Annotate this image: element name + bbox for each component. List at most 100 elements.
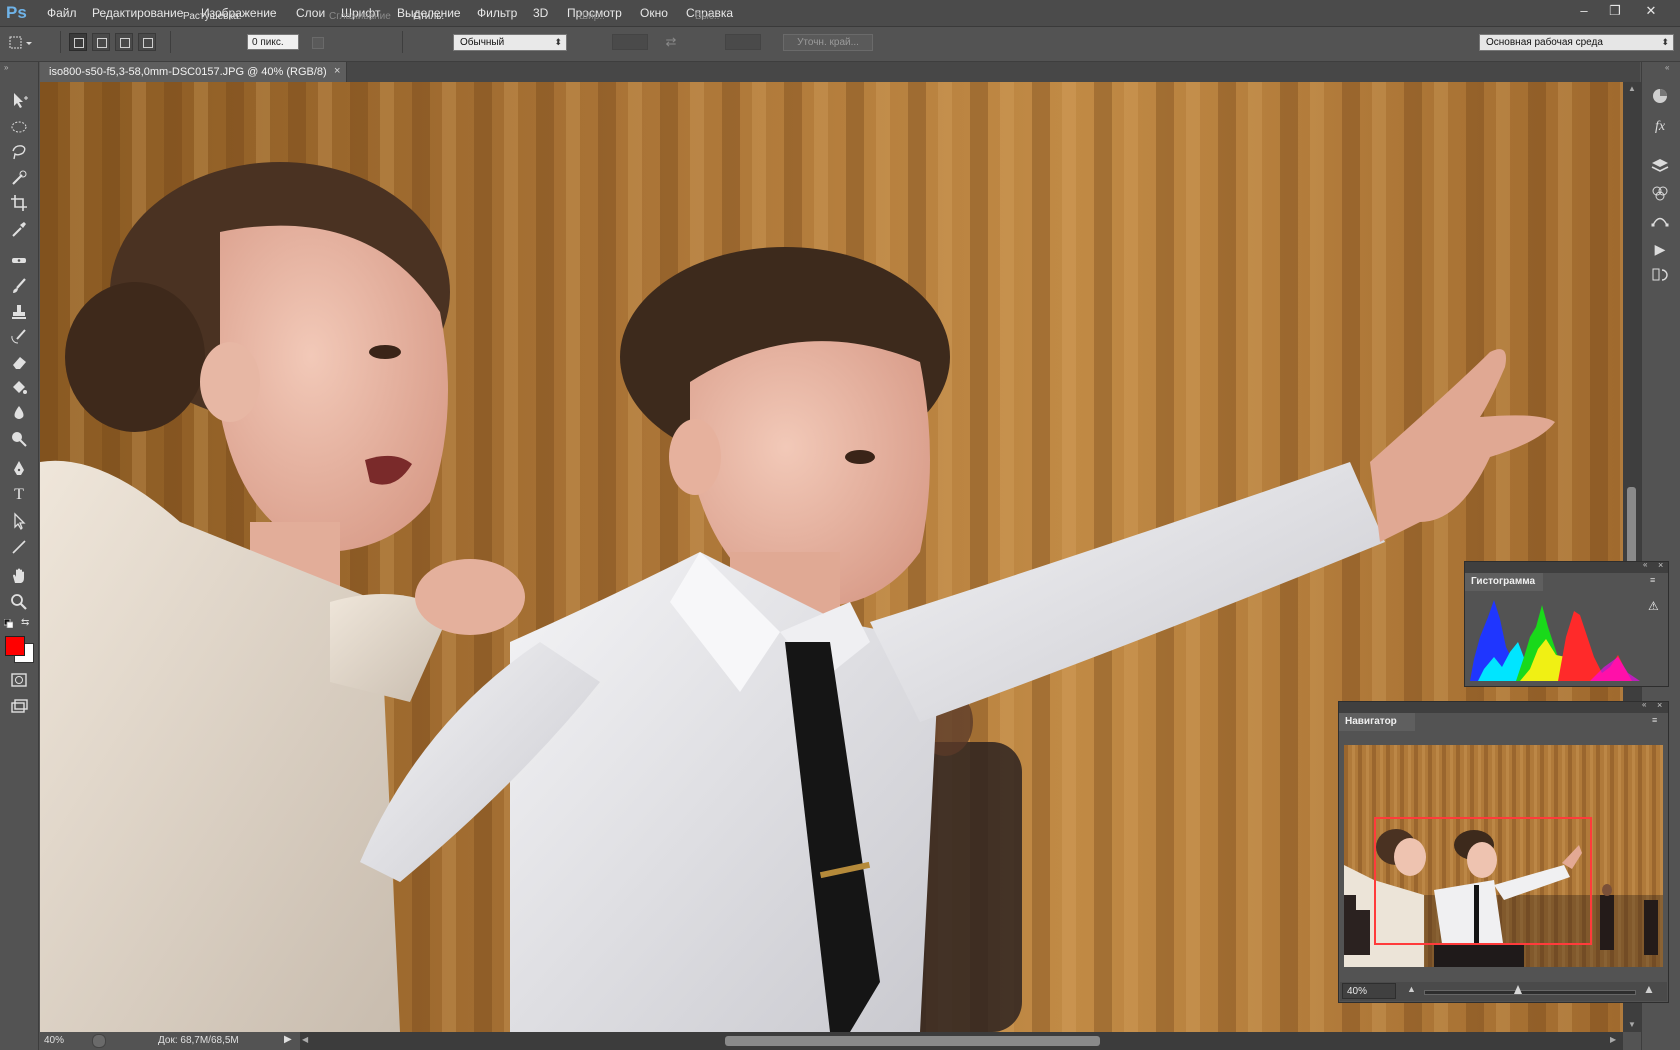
histogram-panel: « × Гистограмма ≡ ⚠	[1464, 560, 1669, 687]
feather-input[interactable]: 0 пикс.	[247, 34, 299, 50]
line-icon[interactable]	[8, 537, 30, 557]
healing-icon[interactable]	[8, 250, 30, 270]
collapse-arrows-icon[interactable]: »	[4, 63, 8, 72]
navigator-preview-image	[1344, 745, 1663, 967]
ps-logo: Ps	[6, 3, 27, 22]
menu-layers[interactable]: Слои	[296, 6, 325, 20]
zoom-in-mountain-icon[interactable]: ▲	[1643, 982, 1655, 996]
document-tab-title: iso800-s50-f5,3-58,0mm-DSC0157.JPG @ 40%…	[49, 66, 327, 78]
lasso-icon[interactable]	[8, 142, 30, 162]
scroll-up-icon[interactable]: ▲	[1628, 84, 1636, 93]
add-selection-icon	[97, 38, 107, 48]
status-zoom[interactable]: 40%	[44, 1035, 64, 1046]
height-input[interactable]	[725, 34, 761, 50]
zoom-slider-track[interactable]	[1424, 990, 1636, 995]
close-panel-icon[interactable]: ×	[1657, 700, 1662, 710]
menu-filter[interactable]: Фильтр	[477, 6, 517, 20]
navigator-tab[interactable]: Навигатор	[1339, 713, 1415, 731]
menu-edit[interactable]: Редактирование	[92, 6, 183, 20]
histogram-tab[interactable]: Гистограмма	[1465, 573, 1543, 591]
collapse-panel-icon[interactable]: «	[1642, 700, 1646, 709]
updown-arrow-icon: ⬍	[1661, 37, 1669, 47]
refine-edge-button[interactable]: Уточн. край...	[783, 34, 873, 51]
history-brush-icon[interactable]	[8, 327, 30, 347]
scroll-left-icon[interactable]: ◀	[302, 1035, 308, 1044]
color-wheel-icon[interactable]	[1648, 86, 1672, 108]
blur-icon[interactable]	[8, 403, 30, 423]
quick-select-icon[interactable]	[8, 168, 30, 188]
divider	[402, 31, 403, 53]
swap-colors-icon[interactable]: ⇆	[21, 617, 29, 628]
play-icon[interactable]: ▶	[1648, 238, 1672, 260]
dodge-icon[interactable]	[8, 429, 30, 449]
scroll-right-icon[interactable]: ▶	[1610, 1035, 1616, 1044]
width-input[interactable]	[612, 34, 648, 50]
horizontal-scrollbar[interactable]: ◀ ▶	[300, 1032, 1623, 1050]
document-tab[interactable]: iso800-s50-f5,3-58,0mm-DSC0157.JPG @ 40%…	[40, 62, 347, 82]
tab-close-icon[interactable]: ×	[334, 65, 340, 77]
workspace-value: Основная рабочая среда	[1486, 37, 1603, 48]
menu-file[interactable]: Файл	[47, 6, 77, 20]
status-bar: 40% Док: 68,7M/68,5M ▶	[40, 1032, 300, 1050]
collapse-panel-icon[interactable]: «	[1643, 560, 1647, 569]
close-window-button[interactable]: ✕	[1640, 2, 1662, 20]
status-menu-arrow-icon[interactable]: ▶	[284, 1034, 292, 1045]
path-select-icon[interactable]	[8, 511, 30, 531]
stamp-icon[interactable]	[8, 302, 30, 322]
tool-preset-picker[interactable]	[6, 33, 34, 53]
menu-3d[interactable]: 3D	[533, 6, 548, 20]
rect-marquee-icon	[9, 36, 32, 49]
brush-icon[interactable]	[8, 276, 30, 296]
antialias-label: Сглаживание	[329, 11, 391, 22]
paths-icon[interactable]	[1648, 210, 1672, 232]
warning-icon[interactable]: ⚠	[1648, 599, 1659, 613]
workspace-select[interactable]: Основная рабочая среда ⬍	[1479, 34, 1674, 51]
zoom-icon[interactable]	[8, 592, 30, 612]
panel-menu-icon[interactable]: ≡	[1652, 715, 1657, 725]
quick-mask-icon[interactable]	[8, 670, 30, 690]
foreground-color-swatch[interactable]	[5, 636, 25, 656]
horizontal-scroll-thumb[interactable]	[725, 1036, 1100, 1046]
antialias-checkbox[interactable]	[312, 37, 324, 49]
fx-icon[interactable]: fx	[1648, 116, 1672, 138]
move-icon[interactable]	[8, 90, 30, 110]
status-info-icon[interactable]	[92, 1034, 106, 1048]
minimize-button[interactable]: ‒	[1573, 2, 1595, 20]
style-select[interactable]: Обычный ⬍	[453, 34, 567, 51]
bucket-icon[interactable]	[8, 378, 30, 398]
default-colors-icon[interactable]	[3, 618, 14, 629]
marquee-icon[interactable]	[8, 117, 30, 137]
subtract-selection-button[interactable]	[115, 33, 133, 51]
navigator-thumbnail[interactable]	[1344, 745, 1663, 967]
eyedropper-icon[interactable]	[8, 219, 30, 239]
swap-icon[interactable]: ⇄	[662, 34, 680, 50]
panel-header-strip: « ×	[1339, 700, 1668, 713]
zoom-out-mountain-icon[interactable]: ▲	[1407, 984, 1416, 994]
clone-source-icon[interactable]	[1648, 265, 1672, 287]
histogram-display: ⚠	[1470, 597, 1662, 681]
menu-window[interactable]: Окно	[640, 6, 668, 20]
screen-mode-icon[interactable]	[8, 697, 30, 717]
histogram-graph	[1470, 600, 1640, 681]
new-selection-button[interactable]	[69, 33, 87, 51]
channels-icon[interactable]	[1648, 183, 1672, 205]
collapse-dock-icon[interactable]: «	[1665, 63, 1669, 72]
hand-icon[interactable]	[8, 566, 30, 586]
eraser-icon[interactable]	[8, 352, 30, 372]
navigator-zoom-input[interactable]: 40%	[1342, 983, 1396, 999]
style-select-value: Обычный	[460, 37, 505, 48]
add-selection-button[interactable]	[92, 33, 110, 51]
updown-arrow-icon: ⬍	[554, 37, 562, 47]
height-label: Выс.:	[695, 11, 720, 22]
scroll-down-icon[interactable]: ▼	[1628, 1020, 1636, 1029]
layers-icon[interactable]	[1648, 155, 1672, 177]
panel-menu-icon[interactable]: ≡	[1650, 575, 1655, 585]
navigator-panel: « × Навигатор ≡ 40% ▲ ▲	[1338, 700, 1669, 1003]
new-selection-icon	[74, 38, 84, 48]
close-panel-icon[interactable]: ×	[1658, 560, 1663, 570]
intersect-selection-button[interactable]	[138, 33, 156, 51]
type-icon[interactable]: T	[8, 485, 30, 505]
restore-button[interactable]: ❐	[1604, 2, 1626, 20]
crop-icon[interactable]	[8, 193, 30, 213]
pen-icon[interactable]	[8, 459, 30, 479]
